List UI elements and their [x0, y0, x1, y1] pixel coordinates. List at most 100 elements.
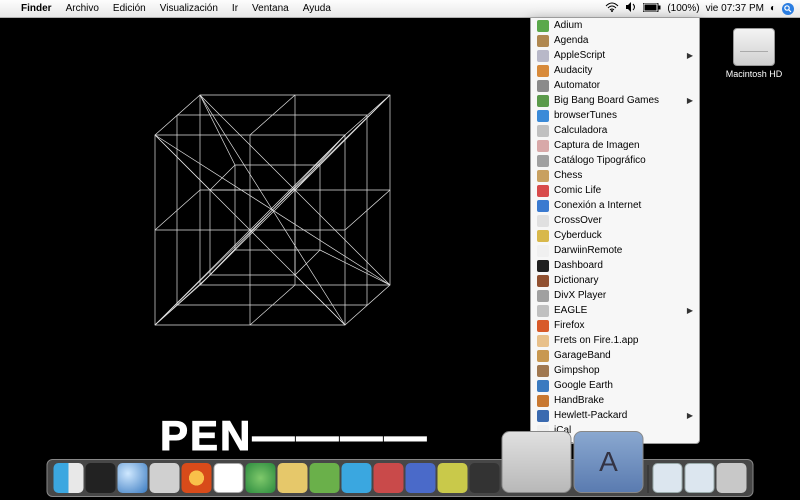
menu-item[interactable]: DarwiinRemote	[531, 243, 699, 258]
menu-item[interactable]: Dashboard	[531, 258, 699, 273]
dock-magnified-app[interactable]	[502, 431, 572, 493]
dock-applications-folder[interactable]: A	[574, 431, 644, 493]
spotlight-icon[interactable]	[782, 3, 794, 15]
submenu-arrow-icon: ▶	[687, 411, 693, 420]
applications-menu: AdiumAgenda AppleScript ▶ Audacity Automator…	[530, 18, 700, 444]
battery-icon[interactable]	[643, 3, 661, 15]
menu-item-label: Captura de Imagen	[554, 140, 640, 151]
menu-item[interactable]: Catálogo Tipográfico	[531, 153, 699, 168]
app-icon	[537, 65, 549, 77]
battery-percent: (100%)	[667, 3, 699, 14]
menu-item[interactable]: Audacity	[531, 63, 699, 78]
menu-item[interactable]: CrossOver	[531, 213, 699, 228]
menu-item-label: browserTunes	[554, 110, 617, 121]
menu-archivo[interactable]: Archivo	[59, 0, 106, 18]
dock-win[interactable]	[685, 463, 715, 493]
dock-separator	[648, 465, 649, 493]
menu-item-label: Big Bang Board Games	[554, 95, 659, 106]
desktop-drive[interactable]: Macintosh HD	[724, 28, 784, 79]
dock-skype[interactable]	[342, 463, 372, 493]
app-icon	[537, 110, 549, 122]
app-icon	[537, 140, 549, 152]
app-icon	[537, 305, 549, 317]
menu-item[interactable]: DivX Player	[531, 288, 699, 303]
menu-item-label: DarwiinRemote	[554, 245, 622, 256]
app-icon	[537, 50, 549, 62]
app-icon	[537, 185, 549, 197]
menu-item-label: HandBrake	[554, 395, 604, 406]
menu-item[interactable]: Gimpshop	[531, 363, 699, 378]
menu-item-label: Gimpshop	[554, 365, 600, 376]
dock-itunes[interactable]	[246, 463, 276, 493]
menu-item-label: EAGLE	[554, 305, 587, 316]
menu-ayuda[interactable]: Ayuda	[296, 0, 338, 18]
app-icon	[537, 260, 549, 272]
app-icon	[537, 365, 549, 377]
menu-item[interactable]: Automator	[531, 78, 699, 93]
dock-trash[interactable]	[717, 463, 747, 493]
app-icon	[537, 215, 549, 227]
wifi-icon[interactable]	[605, 2, 619, 15]
menu-item[interactable]: Dictionary	[531, 273, 699, 288]
drive-label: Macintosh HD	[724, 69, 784, 79]
menu-item[interactable]: HandBrake	[531, 393, 699, 408]
app-icon	[537, 350, 549, 362]
menu-item-label: Audacity	[554, 65, 592, 76]
menu-item[interactable]: Big Bang Board Games▶	[531, 93, 699, 108]
dock-adium[interactable]	[310, 463, 340, 493]
menu-item-label: Frets on Fire.1.app	[554, 335, 638, 346]
clock[interactable]: vie 07:37 PM	[706, 3, 764, 14]
menu-item[interactable]: Frets on Fire.1.app	[531, 333, 699, 348]
menu-item[interactable]: Chess	[531, 168, 699, 183]
volume-icon[interactable]	[625, 2, 637, 15]
menu-item[interactable]: Firefox	[531, 318, 699, 333]
watermark-text: PEN――――	[160, 412, 428, 460]
dock-ical[interactable]	[214, 463, 244, 493]
menu-item[interactable]: AppleScript ▶	[531, 48, 699, 63]
menu-item-label: CrossOver	[554, 215, 602, 226]
menu-edicion[interactable]: Edición	[106, 0, 153, 18]
dock-app4[interactable]	[470, 463, 500, 493]
menu-item-label: GarageBand	[554, 350, 611, 361]
menu-item[interactable]: GarageBand	[531, 348, 699, 363]
menu-item[interactable]: EAGLE▶	[531, 303, 699, 318]
menubar-app[interactable]: Finder	[14, 0, 59, 18]
dock-iphoto[interactable]	[278, 463, 308, 493]
menu-item[interactable]: Cyberduck	[531, 228, 699, 243]
menu-item[interactable]: Hewlett-Packard ▶	[531, 408, 699, 423]
app-icon	[537, 170, 549, 182]
app-icon	[537, 230, 549, 242]
menu-item[interactable]: Adium	[531, 18, 699, 33]
menu-item-label: AppleScript	[554, 50, 605, 61]
menu-item-label: Google Earth	[554, 380, 613, 391]
app-icon	[537, 380, 549, 392]
menu-extra-icon[interactable]: ◐	[770, 3, 776, 14]
submenu-arrow-icon: ▶	[687, 51, 693, 60]
app-icon	[537, 290, 549, 302]
menu-item[interactable]: Agenda	[531, 33, 699, 48]
menu-ir[interactable]: Ir	[225, 0, 245, 18]
dock-app3[interactable]	[438, 463, 468, 493]
menu-item[interactable]: Google Earth	[531, 378, 699, 393]
app-icon	[537, 320, 549, 332]
menu-visualizacion[interactable]: Visualización	[153, 0, 225, 18]
dock-dash[interactable]	[86, 463, 116, 493]
menu-item[interactable]: Captura de Imagen	[531, 138, 699, 153]
menu-item[interactable]: Conexión a Internet	[531, 198, 699, 213]
menu-item[interactable]: browserTunes	[531, 108, 699, 123]
dock-win[interactable]	[653, 463, 683, 493]
menu-item[interactable]: Calculadora	[531, 123, 699, 138]
menu-item-label: Chess	[554, 170, 582, 181]
drive-icon	[733, 28, 775, 66]
menu-item[interactable]: Comic Life	[531, 183, 699, 198]
dock-mail[interactable]	[150, 463, 180, 493]
dock-app2[interactable]	[406, 463, 436, 493]
dock-finder[interactable]	[54, 463, 84, 493]
dock-app1[interactable]	[374, 463, 404, 493]
screensaver-wireframe	[60, 40, 440, 400]
dock-globe[interactable]	[118, 463, 148, 493]
menu-item-label: Hewlett-Packard	[554, 410, 627, 421]
app-icon	[537, 20, 549, 32]
menu-ventana[interactable]: Ventana	[245, 0, 296, 18]
dock-ff[interactable]	[182, 463, 212, 493]
